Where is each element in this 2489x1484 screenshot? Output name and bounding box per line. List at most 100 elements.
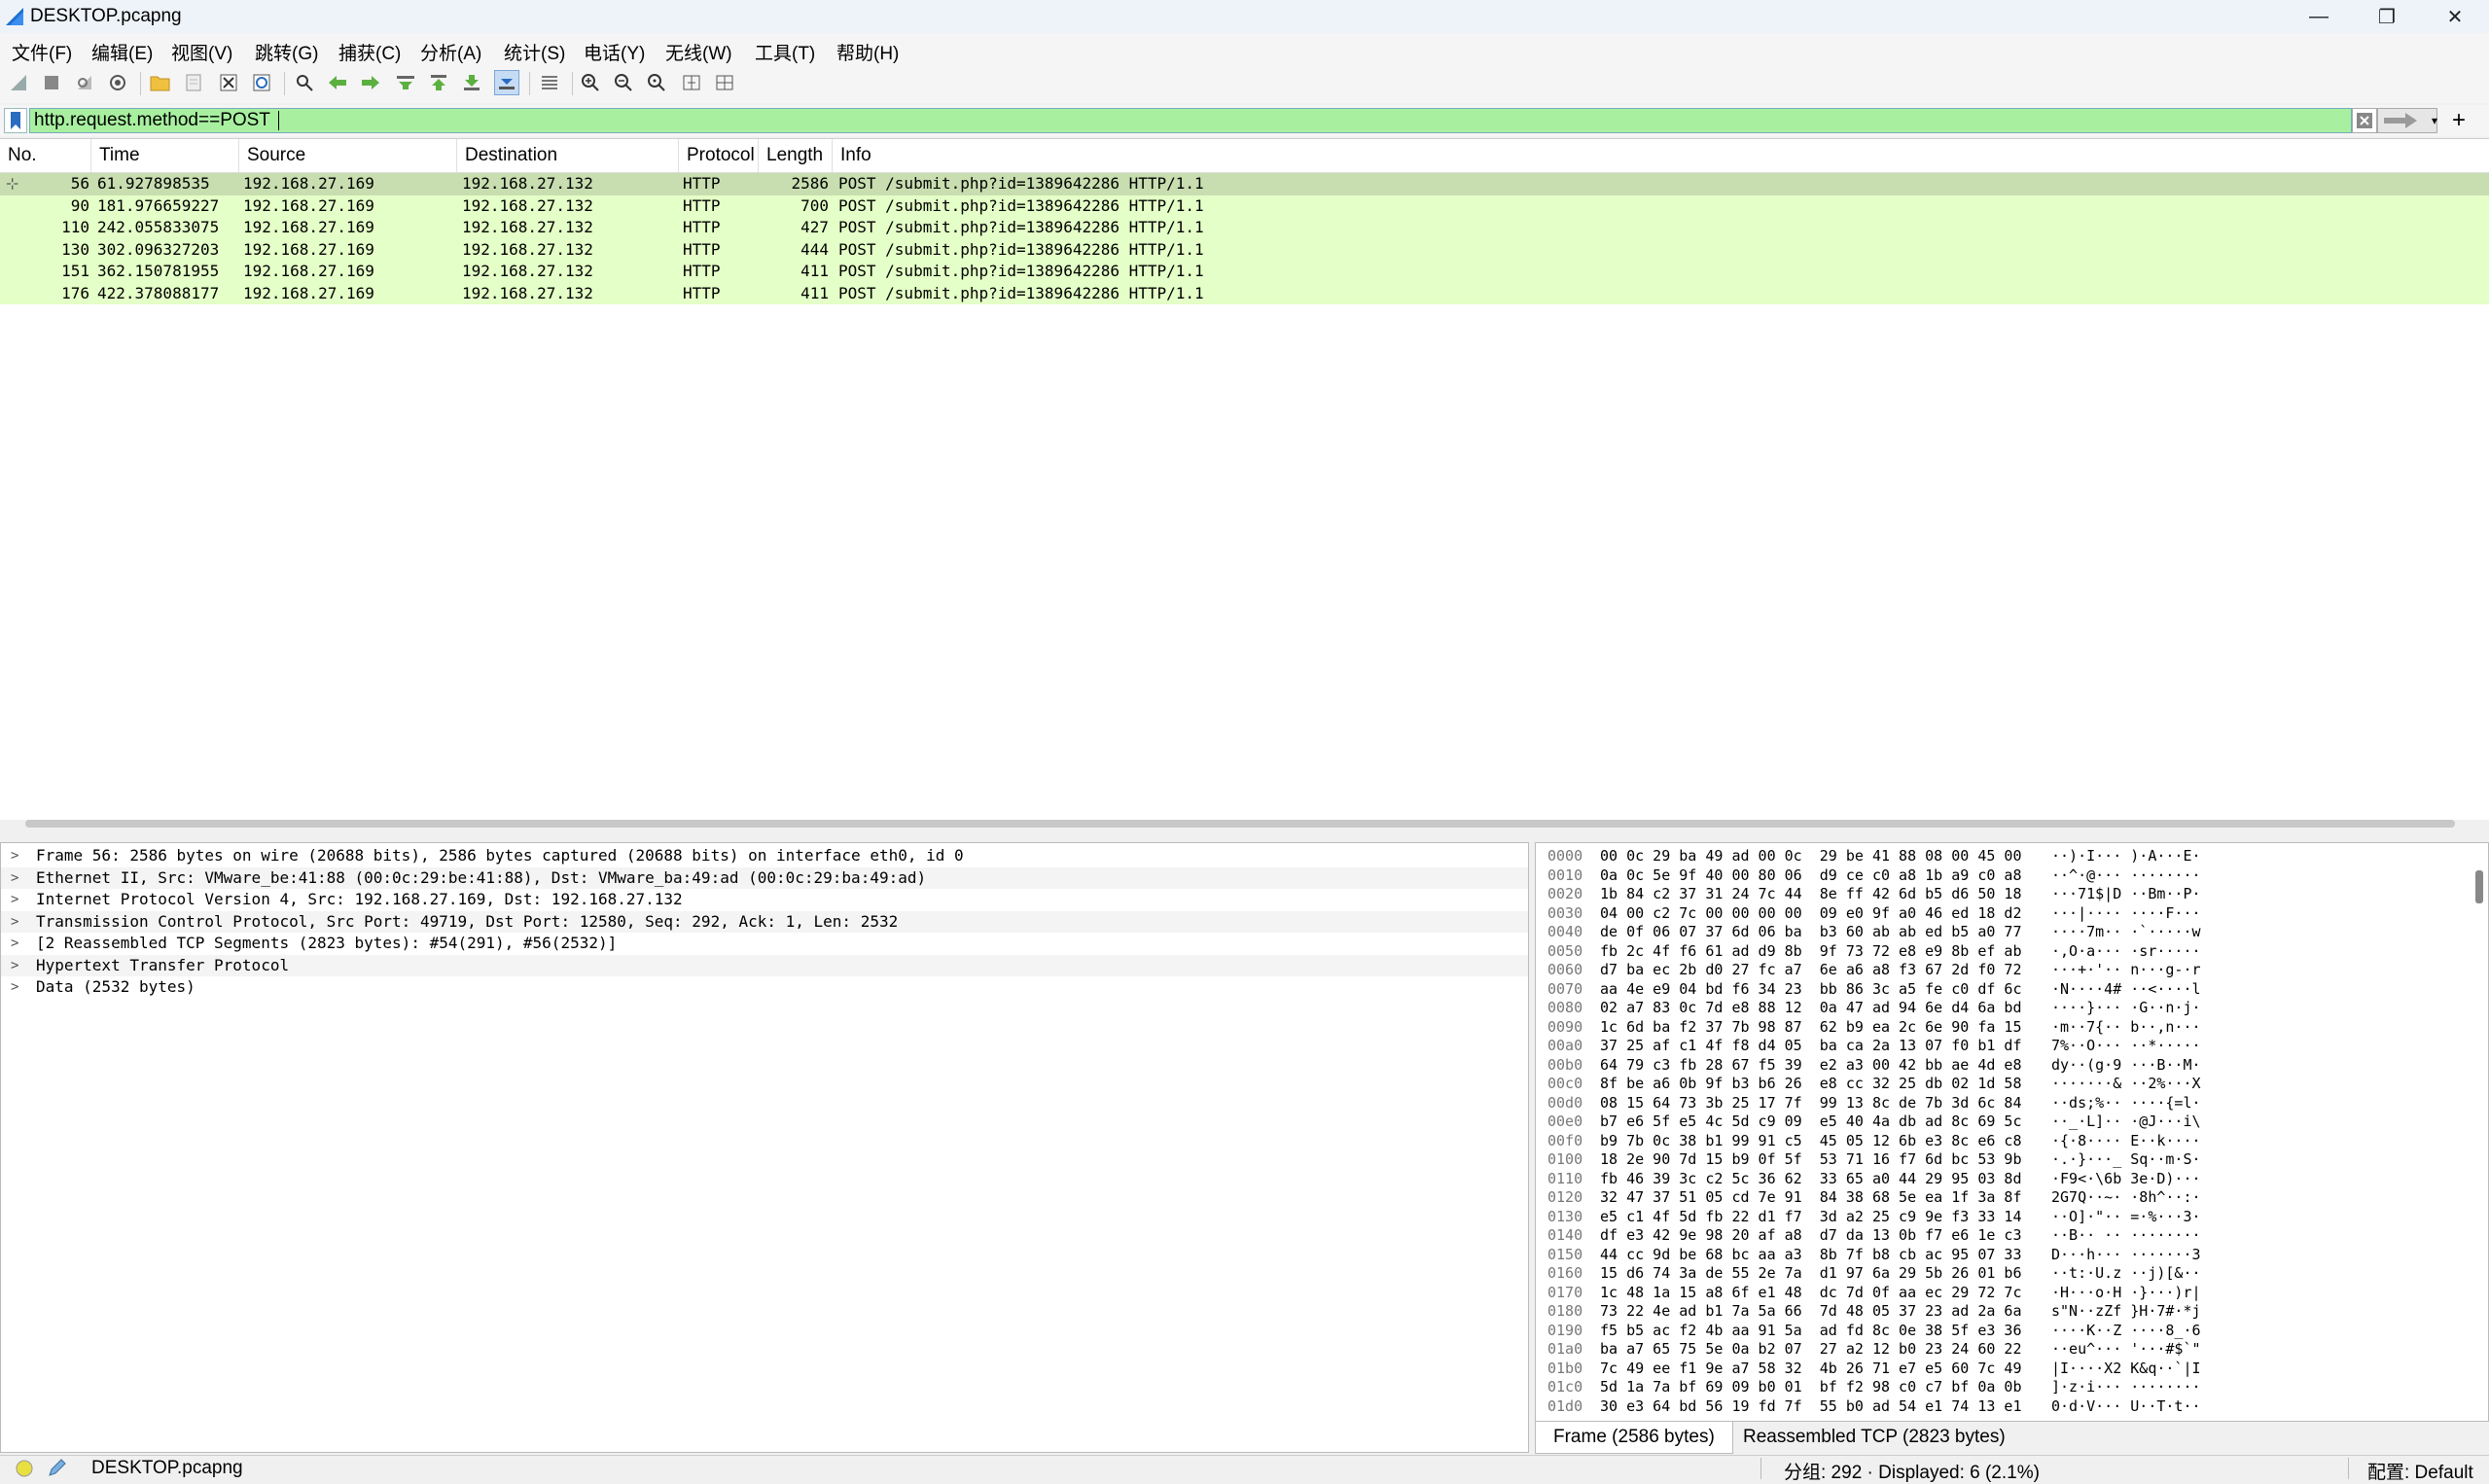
menu-wireless[interactable]: 无线(W) <box>665 39 732 65</box>
expand-chevron-icon[interactable]: > <box>11 955 18 977</box>
open-file-icon[interactable] <box>148 70 173 95</box>
hex-dump-row[interactable]: 00a0 37 25 af c1 4f f8 d4 05 ba ca 2a 13 … <box>1536 1037 2470 1056</box>
detail-row-data[interactable]: > Data (2532 bytes) <box>1 976 1528 999</box>
autoscroll-icon[interactable] <box>494 70 519 95</box>
hex-dump-row[interactable]: 0020 1b 84 c2 37 31 24 7c 44 8e ff 42 6d … <box>1536 885 2470 904</box>
restart-capture-icon[interactable] <box>72 70 97 95</box>
last-packet-icon[interactable] <box>459 70 484 95</box>
expand-chevron-icon[interactable]: > <box>11 889 18 911</box>
hex-dump-row[interactable]: 0180 73 22 4e ad b1 7a 5a 66 7d 48 05 37 … <box>1536 1302 2470 1322</box>
menu-analyze[interactable]: 分析(A) <box>420 39 481 65</box>
column-header-destination[interactable]: Destination <box>457 139 679 172</box>
save-file-icon[interactable] <box>181 70 206 95</box>
hex-dump-row[interactable]: 0190 f5 b5 ac f2 4b aa 91 5a ad fd 8c 0e … <box>1536 1322 2470 1341</box>
detail-row-ipv4[interactable]: > Internet Protocol Version 4, Src: 192.1… <box>1 889 1528 911</box>
display-filter-input[interactable] <box>29 108 2352 133</box>
colorize-icon[interactable] <box>537 70 562 95</box>
hex-dump-row[interactable]: 0130 e5 c1 4f 5d fb 22 d1 f7 3d a2 25 c9 … <box>1536 1208 2470 1227</box>
detail-row-reassembled[interactable]: > [2 Reassembled TCP Segments (2823 bytes… <box>1 933 1528 955</box>
detail-row-ethernet[interactable]: > Ethernet II, Src: VMware_be:41:88 (00:0… <box>1 866 1528 890</box>
hex-dump-row[interactable]: 0090 1c 6d ba f2 37 7b 98 87 62 b9 ea 2c … <box>1536 1018 2470 1038</box>
menu-capture[interactable]: 捕获(C) <box>338 39 401 65</box>
hex-dump-row[interactable]: 0080 02 a7 83 0c 7d e8 88 12 0a 47 ad 94 … <box>1536 999 2470 1018</box>
packet-row[interactable]: ⊹ 56 61.927898535 192.168.27.169 192.168… <box>0 173 2489 195</box>
find-packet-icon[interactable] <box>292 70 317 95</box>
stop-capture-icon[interactable] <box>39 70 64 95</box>
expand-chevron-icon[interactable]: > <box>11 933 18 955</box>
menu-help[interactable]: 帮助(H) <box>836 39 899 65</box>
resize-columns-icon[interactable] <box>679 70 704 95</box>
hex-dump-row[interactable]: 01a0 ba a7 65 75 5e 0a b2 07 27 a2 12 b0 … <box>1536 1340 2470 1360</box>
minimize-button[interactable]: — <box>2285 0 2353 33</box>
hex-dump-row[interactable]: 00f0 b9 7b 0c 38 b1 99 91 c5 45 05 12 6b … <box>1536 1132 2470 1151</box>
filter-history-dropdown[interactable]: ▾ <box>2426 108 2443 133</box>
detail-row-frame[interactable]: > Frame 56: 2586 bytes on wire (20688 bit… <box>1 845 1528 867</box>
packet-row[interactable]: 151 362.150781955 192.168.27.169 192.168… <box>0 261 2489 283</box>
hex-dump-row[interactable]: 0070 aa 4e e9 04 bd f6 34 23 bb 86 3c a5 … <box>1536 980 2470 1000</box>
add-filter-button[interactable]: + <box>2446 107 2471 134</box>
clear-filter-button[interactable] <box>2352 108 2377 133</box>
hex-dump-row[interactable]: 00d0 08 15 64 73 3b 25 17 7f 99 13 8c de … <box>1536 1094 2470 1113</box>
hex-dump-row[interactable]: 0110 fb 46 39 3c c2 5c 36 62 33 65 a0 44 … <box>1536 1170 2470 1189</box>
zoom-in-icon[interactable] <box>578 70 603 95</box>
close-file-icon[interactable] <box>216 70 241 95</box>
expand-chevron-icon[interactable]: > <box>11 976 18 999</box>
hex-dump-row[interactable]: 01b0 7c 49 ee f1 9e a7 58 32 4b 26 71 e7 … <box>1536 1360 2470 1379</box>
normal-size-icon[interactable] <box>644 70 669 95</box>
hex-dump-row[interactable]: 0000 00 0c 29 ba 49 ad 00 0c 29 be 41 88 … <box>1536 847 2470 866</box>
go-back-icon[interactable] <box>325 70 350 95</box>
hex-dump-row[interactable]: 0050 fb 2c 4f f6 61 ad d9 8b 9f 73 72 e8 … <box>1536 942 2470 962</box>
zoom-out-icon[interactable] <box>611 70 636 95</box>
packet-row[interactable]: 130 302.096327203 192.168.27.169 192.168… <box>0 238 2489 261</box>
column-header-time[interactable]: Time <box>91 139 239 172</box>
menu-view[interactable]: 视图(V) <box>171 39 232 65</box>
hex-dump-row[interactable]: 00b0 64 79 c3 fb 28 67 f5 39 e2 a3 00 42 … <box>1536 1056 2470 1076</box>
hex-dump-row[interactable]: 00c0 8f be a6 0b 9f b3 b6 26 e8 cc 32 25 … <box>1536 1075 2470 1094</box>
hex-dump-row[interactable]: 0060 d7 ba ec 2b d0 27 fc a7 6e a6 a8 f3 … <box>1536 961 2470 980</box>
restore-button[interactable]: ❐ <box>2353 0 2421 33</box>
bytes-vertical-scrollbar[interactable] <box>2475 870 2483 903</box>
first-packet-icon[interactable] <box>426 70 451 95</box>
hex-dump-row[interactable]: 0160 15 d6 74 3a de 55 2e 7a d1 97 6a 29 … <box>1536 1264 2470 1284</box>
column-header-length[interactable]: Length <box>759 139 833 172</box>
packet-row[interactable]: 176 422.378088177 192.168.27.169 192.168… <box>0 282 2489 304</box>
menu-statistics[interactable]: 统计(S) <box>504 39 565 65</box>
start-capture-icon[interactable] <box>6 70 31 95</box>
menu-tools[interactable]: 工具(T) <box>755 39 815 65</box>
hex-dump-row[interactable]: 01d0 30 e3 64 bd 56 19 fd 7f 55 b0 ad 54 … <box>1536 1397 2470 1417</box>
tab-reassembled-tcp[interactable]: Reassembled TCP (2823 bytes) <box>1725 1422 2023 1453</box>
hex-dump-row[interactable]: 0140 df e3 42 9e 98 20 af a8 d7 da 13 0b … <box>1536 1226 2470 1246</box>
hex-dump-row[interactable]: 01c0 5d 1a 7a bf 69 09 b0 01 bf f2 98 c0 … <box>1536 1378 2470 1397</box>
tab-frame-bytes[interactable]: Frame (2586 bytes) <box>1535 1422 1733 1454</box>
close-button[interactable]: ✕ <box>2421 0 2489 33</box>
menu-go[interactable]: 跳转(G) <box>255 39 318 65</box>
hex-dump-row[interactable]: 0150 44 cc 9d be 68 bc aa a3 8b 7f b8 cb … <box>1536 1246 2470 1265</box>
column-header-source[interactable]: Source <box>239 139 457 172</box>
filter-bookmark-button[interactable] <box>4 108 27 133</box>
expand-chevron-icon[interactable]: > <box>11 911 18 934</box>
hex-dump-row[interactable]: 0120 32 47 37 51 05 cd 7e 91 84 38 68 5e … <box>1536 1188 2470 1208</box>
capture-options-icon[interactable] <box>105 70 130 95</box>
menu-telephony[interactable]: 电话(Y) <box>584 39 645 65</box>
detail-row-tcp[interactable]: > Transmission Control Protocol, Src Port… <box>1 910 1528 934</box>
expert-info-icon[interactable] <box>14 1459 35 1478</box>
column-header-no[interactable]: No. <box>0 139 91 172</box>
menu-file[interactable]: 文件(F) <box>12 39 72 65</box>
packet-row[interactable]: 90 181.976659227 192.168.27.169 192.168.… <box>0 194 2489 217</box>
packet-row[interactable]: 110 242.055833075 192.168.27.169 192.168… <box>0 217 2489 239</box>
reload-file-icon[interactable] <box>249 70 274 95</box>
menu-edit[interactable]: 编辑(E) <box>91 39 153 65</box>
go-forward-icon[interactable] <box>358 70 383 95</box>
detail-row-http[interactable]: > Hypertext Transfer Protocol <box>1 954 1528 977</box>
status-profile[interactable]: 配置: Default <box>2367 1458 2473 1484</box>
packet-list-horizontal-scrollbar[interactable] <box>25 820 2455 828</box>
expand-chevron-icon[interactable]: > <box>11 845 18 867</box>
hex-dump-row[interactable]: 0100 18 2e 90 7d 15 b9 0f 5f 53 71 16 f7 … <box>1536 1150 2470 1170</box>
expand-chevron-icon[interactable]: > <box>11 867 18 890</box>
column-header-protocol[interactable]: Protocol <box>679 139 759 172</box>
edit-comment-icon[interactable] <box>47 1457 68 1478</box>
hex-dump-row[interactable]: 0030 04 00 c2 7c 00 00 00 00 09 e0 9f a0 … <box>1536 904 2470 924</box>
hex-dump-row[interactable]: 00e0 b7 e6 5f e5 4c 5d c9 09 e5 40 4a db … <box>1536 1113 2470 1132</box>
hex-dump-row[interactable]: 0010 0a 0c 5e 9f 40 00 80 06 d9 ce c0 a8 … <box>1536 866 2470 886</box>
layout-icon[interactable] <box>712 70 737 95</box>
